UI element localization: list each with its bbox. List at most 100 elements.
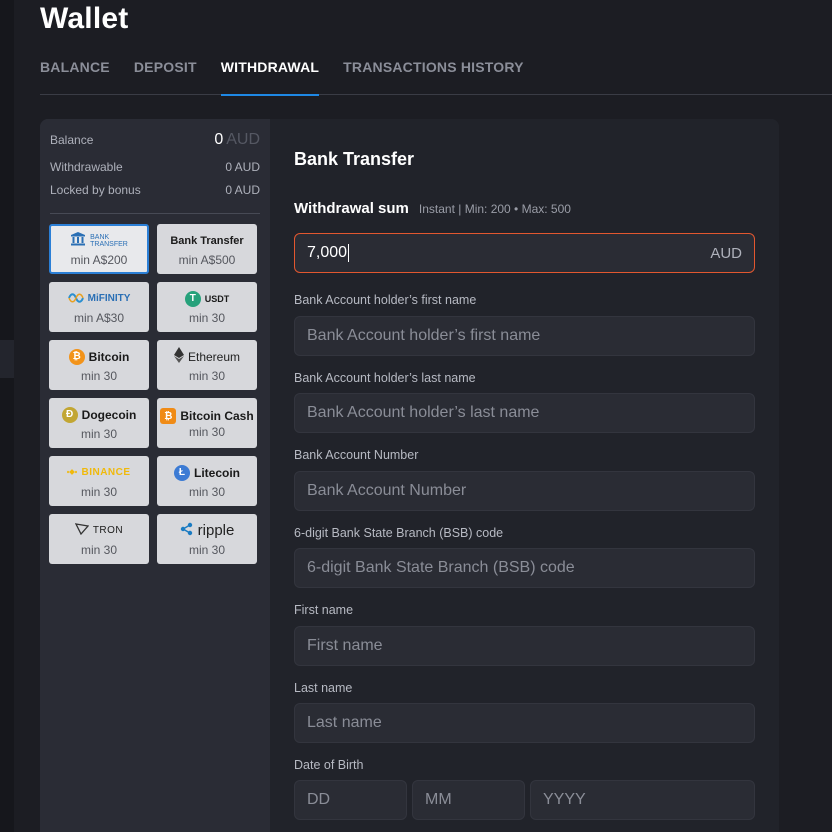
- method-logo: TRON: [74, 522, 124, 540]
- account-first-name-label: Bank Account holder’s first name: [294, 293, 477, 307]
- method-min: min 30: [188, 542, 226, 557]
- tab-withdrawal[interactable]: WITHDRAWAL: [220, 42, 320, 96]
- method-name: BINANCE: [81, 467, 131, 478]
- left-rail: [0, 0, 14, 832]
- locked-value: 0 AUD: [225, 183, 260, 197]
- last-name-label: Last name: [294, 681, 353, 695]
- bank-transfer-wordmark: BANK TRANSFER: [90, 233, 128, 248]
- payment-sidebar: Balance 0 AUD Withdrawable 0 AUD Locked b…: [40, 119, 270, 832]
- locked-label: Locked by bonus: [50, 183, 141, 197]
- ethereum-icon: [173, 347, 184, 366]
- method-logo: Ð Dogecoin: [61, 406, 137, 424]
- method-min: min 30: [80, 426, 118, 441]
- tab-balance[interactable]: BALANCE: [40, 42, 110, 95]
- bsb-code-label: 6-digit Bank State Branch (BSB) code: [294, 526, 504, 540]
- method-min: min 30: [80, 484, 118, 499]
- dogecoin-icon: Ð: [61, 406, 78, 423]
- method-min: min 30: [188, 484, 226, 499]
- method-logo: Ethereum: [173, 347, 241, 366]
- dob-month-input[interactable]: [412, 780, 525, 820]
- page-title: Wallet: [40, 2, 129, 35]
- method-logo: ripple: [180, 522, 235, 540]
- account-first-name-input[interactable]: [294, 316, 755, 356]
- method-name: Dogecoin: [81, 407, 137, 422]
- withdrawable-label: Withdrawable: [50, 160, 123, 174]
- withdrawal-sum-label: Withdrawal sum: [294, 200, 409, 217]
- withdrawal-form: Bank Transfer Withdrawal sum Instant | M…: [270, 119, 779, 832]
- ripple-icon: [180, 522, 194, 539]
- tab-deposit[interactable]: DEPOSIT: [134, 42, 197, 95]
- amount-value: 7,000: [307, 244, 348, 262]
- form-heading: Bank Transfer: [294, 149, 415, 169]
- account-last-name-label: Bank Account holder’s last name: [294, 371, 476, 385]
- dob-label: Date of Birth: [294, 758, 364, 772]
- balance-amount: 0: [214, 131, 224, 148]
- left-rail-tab[interactable]: [0, 340, 14, 378]
- dob-day-input[interactable]: [294, 780, 407, 820]
- method-bank-transfer-2[interactable]: Bank Transfer min A$500: [157, 224, 257, 274]
- method-min: min 30: [188, 368, 226, 383]
- account-last-name-input[interactable]: [294, 393, 755, 433]
- method-name: USDT: [204, 293, 230, 304]
- withdrawal-sum-hint: Instant | Min: 200 • Max: 500: [418, 202, 571, 216]
- method-name: MiFINITY: [87, 293, 131, 304]
- method-min: min 30: [188, 425, 226, 439]
- account-number-input[interactable]: [294, 471, 755, 511]
- tron-icon: [74, 523, 90, 538]
- balance-row: Balance 0 AUD: [50, 131, 260, 149]
- method-logo: BINANCE: [67, 464, 130, 482]
- bank-icon: [70, 232, 86, 249]
- method-name: Bitcoin: [88, 349, 130, 364]
- sidebar-divider: [50, 213, 260, 214]
- balance-currency: AUD: [226, 131, 260, 148]
- locked-row: Locked by bonus 0 AUD: [50, 183, 260, 197]
- balance-label: Balance: [50, 133, 94, 147]
- method-bank-transfer-1[interactable]: BANK TRANSFER min A$200: [49, 224, 149, 274]
- method-min: min 30: [80, 368, 118, 383]
- withdrawable-value: 0 AUD: [225, 160, 260, 174]
- method-dogecoin[interactable]: Ð Dogecoin min 30: [49, 398, 149, 448]
- method-name: ripple: [197, 522, 235, 539]
- method-logo: ₿ Bitcoin Cash: [160, 407, 254, 425]
- bitcoin-cash-icon: ₿: [160, 408, 177, 424]
- dob-year-input[interactable]: [530, 780, 755, 820]
- method-min: min A$30: [73, 310, 125, 325]
- first-name-input[interactable]: [294, 626, 755, 666]
- method-logo: MiFINITY: [67, 290, 131, 308]
- method-min: min A$200: [70, 252, 128, 267]
- amount-currency: AUD: [710, 244, 742, 262]
- balance-value: 0 AUD: [214, 131, 260, 149]
- withdrawable-row: Withdrawable 0 AUD: [50, 160, 260, 174]
- method-name: Ethereum: [187, 349, 241, 364]
- method-min: min A$500: [178, 252, 236, 267]
- method-min: min 30: [80, 542, 118, 557]
- tether-icon: T: [184, 290, 201, 307]
- method-logo: Bank Transfer: [170, 234, 244, 247]
- method-name: Litecoin: [193, 465, 240, 480]
- bsb-code-input[interactable]: [294, 548, 755, 588]
- bitcoin-icon: ₿: [68, 348, 85, 365]
- method-tron[interactable]: TRON min 30: [49, 514, 149, 564]
- method-logo: Ł Litecoin: [173, 464, 240, 482]
- method-min: min 30: [188, 310, 226, 325]
- method-bitcoin[interactable]: ₿ Bitcoin min 30: [49, 340, 149, 390]
- method-mifinity[interactable]: MiFINITY min A$30: [49, 282, 149, 332]
- mifinity-icon: [67, 292, 84, 306]
- method-name: TRON: [92, 525, 124, 536]
- payment-methods-grid: BANK TRANSFER min A$200 Bank Transfer mi…: [49, 224, 259, 564]
- tab-transactions-history[interactable]: TRANSACTIONS HISTORY: [343, 42, 524, 95]
- withdrawal-panel: Balance 0 AUD Withdrawable 0 AUD Locked b…: [40, 119, 779, 832]
- method-logo: T USDT: [184, 290, 230, 308]
- wallet-tabs: BALANCE DEPOSIT WITHDRAWAL TRANSACTIONS …: [40, 42, 832, 96]
- method-name: Bitcoin Cash: [180, 409, 254, 423]
- method-ripple[interactable]: ripple min 30: [157, 514, 257, 564]
- last-name-input[interactable]: [294, 703, 755, 743]
- method-usdt[interactable]: T USDT min 30: [157, 282, 257, 332]
- method-litecoin[interactable]: Ł Litecoin min 30: [157, 456, 257, 506]
- first-name-label: First name: [294, 603, 354, 617]
- method-binance[interactable]: BINANCE min 30: [49, 456, 149, 506]
- method-ethereum[interactable]: Ethereum min 30: [157, 340, 257, 390]
- withdrawal-amount-input[interactable]: 7,000 AUD: [294, 233, 755, 273]
- method-bitcoin-cash[interactable]: ₿ Bitcoin Cash min 30: [157, 398, 257, 448]
- method-logo: BANK TRANSFER: [70, 232, 128, 250]
